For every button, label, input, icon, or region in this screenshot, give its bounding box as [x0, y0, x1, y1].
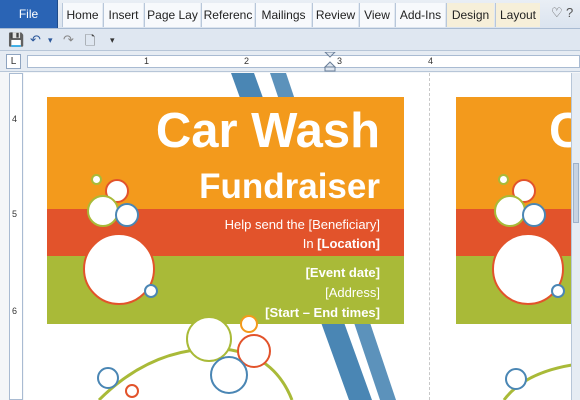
tab-references[interactable]: Referenc [201, 3, 254, 27]
vertical-scrollbar[interactable] [571, 73, 580, 400]
horizontal-ruler[interactable]: 1 2 3 4 [27, 52, 580, 72]
tab-design[interactable]: Design [446, 3, 494, 27]
tab-insert[interactable]: Insert [103, 3, 143, 27]
vertical-ruler[interactable]: 4 5 6 [9, 73, 23, 400]
tab-page-layout[interactable]: Page Lay [144, 3, 200, 27]
bottom-decoration [97, 315, 572, 400]
undo-icon[interactable]: ↶ [30, 32, 41, 48]
ruler-mark: 1 [144, 56, 150, 66]
indent-marker-icon[interactable] [324, 52, 336, 72]
customize-toolbar-icon[interactable]: ▾ [110, 35, 115, 46]
word-window: File Home Insert Page Lay Referenc Maili… [0, 0, 580, 400]
tab-add-ins[interactable]: Add-Ins [395, 3, 445, 27]
redo-icon[interactable]: ↷ [63, 32, 74, 48]
ruler-mark: 6 [12, 306, 18, 316]
tab-home[interactable]: Home [62, 3, 102, 27]
ribbon-tabs: File Home Insert Page Lay Referenc Maili… [0, 0, 580, 29]
undo-dropdown-icon[interactable]: ▾ [48, 35, 53, 46]
tab-layout[interactable]: Layout [495, 3, 540, 27]
ruler-mark: 2 [244, 56, 250, 66]
help-icon[interactable]: ? [566, 5, 580, 23]
ruler-mark: 5 [12, 209, 18, 219]
ruler-mark: 4 [12, 114, 18, 124]
scrollbar-thumb[interactable] [573, 163, 579, 223]
tab-review[interactable]: Review [312, 3, 358, 27]
ruler-mark: 4 [428, 56, 434, 66]
tab-mailings[interactable]: Mailings [255, 3, 311, 27]
tab-selector[interactable]: L [6, 54, 21, 69]
document-page[interactable]: Car Wash Fundraiser Help send the [Benef… [24, 73, 572, 400]
heart-icon[interactable]: ♡ [551, 5, 565, 23]
ruler-bar: L 1 2 3 4 [0, 51, 580, 72]
ruler-mark: 3 [337, 56, 343, 66]
tab-file[interactable]: File [0, 0, 58, 28]
quick-access-toolbar: 💾 ↶ ▾ ↷ 🗋 ▾ [0, 29, 580, 51]
tab-view[interactable]: View [359, 3, 394, 27]
save-icon[interactable]: 💾 [8, 32, 24, 48]
